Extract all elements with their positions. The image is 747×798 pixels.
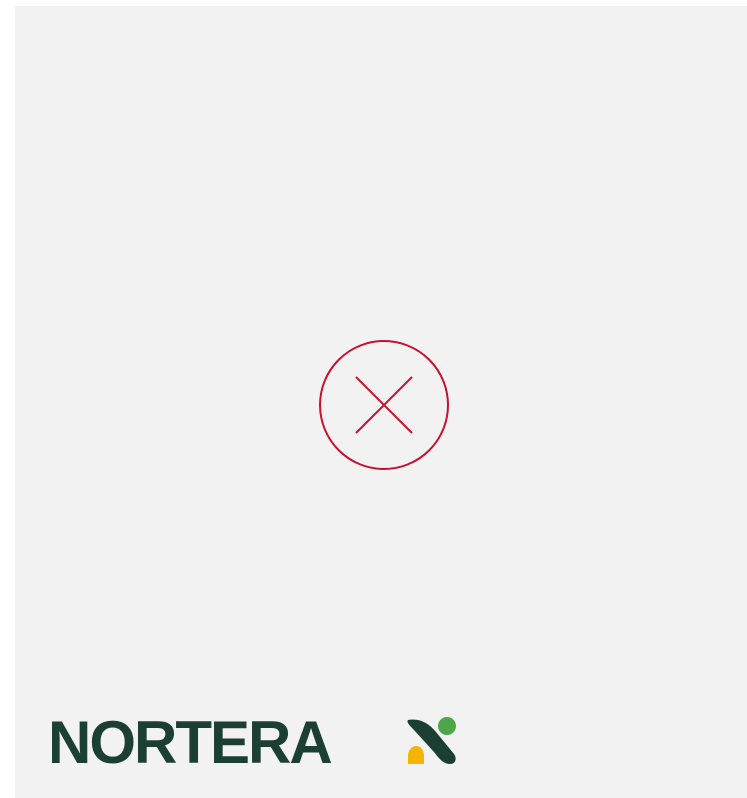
nortera-leaf-logo-icon bbox=[404, 714, 460, 768]
close-circle-icon bbox=[319, 340, 449, 470]
brand-wordmark: NORTERA bbox=[48, 709, 333, 776]
brand-logo: NORTERA bbox=[48, 708, 333, 778]
close-button[interactable] bbox=[318, 339, 450, 471]
